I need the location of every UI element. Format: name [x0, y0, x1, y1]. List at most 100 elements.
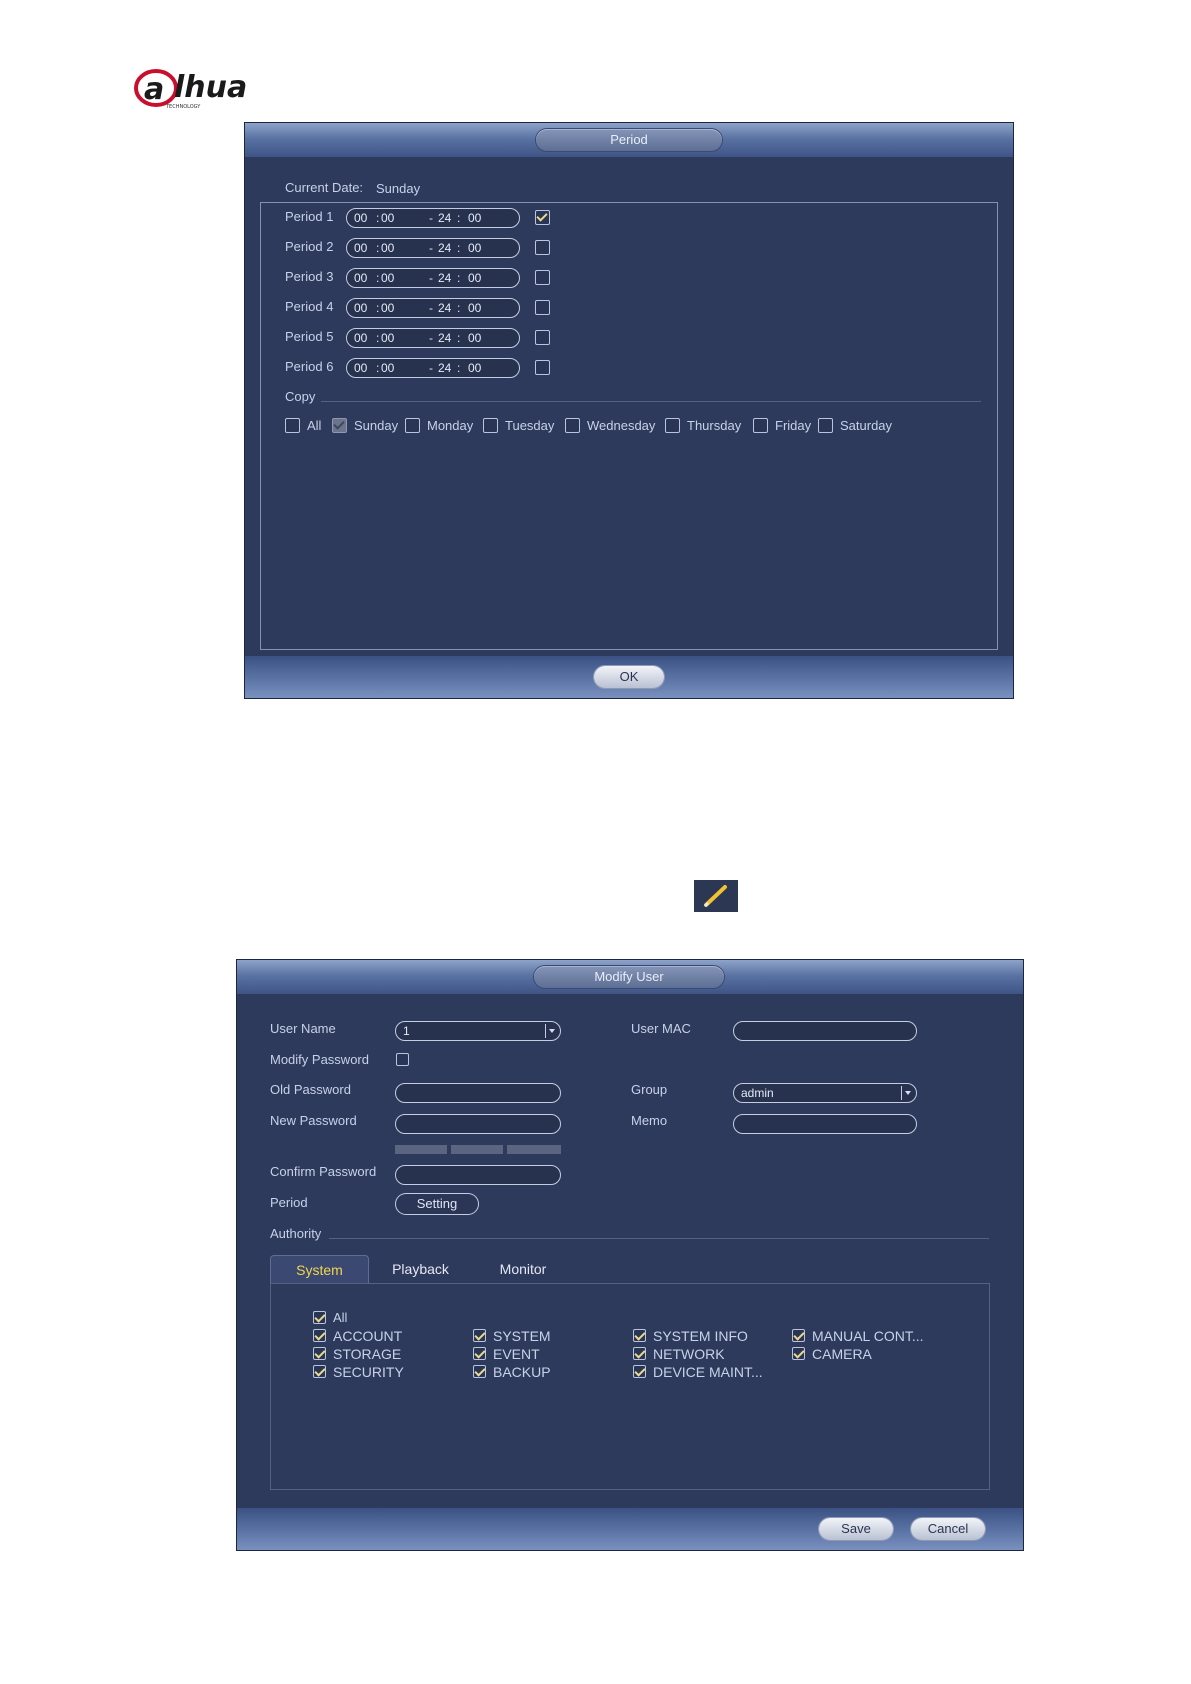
period-enable-checkbox[interactable] [535, 240, 550, 255]
period-time-range[interactable]: 00:00-24:00 [346, 328, 520, 348]
copy-day-label: Sunday [354, 418, 399, 433]
period-time-range[interactable]: 00:00-24:00 [346, 358, 520, 378]
modify-user-title-bar[interactable]: Modify User [237, 960, 1023, 994]
copy-day-label: Wednesday [587, 418, 656, 433]
time-colon: : [376, 211, 380, 225]
end-hour[interactable]: 24 [438, 299, 451, 317]
modify-user-dialog: Modify User User Name 1 Modify Password … [237, 960, 1023, 1550]
end-hour[interactable]: 24 [438, 359, 451, 377]
end-hour[interactable]: 24 [438, 239, 451, 257]
group-dropdown[interactable]: admin [733, 1083, 917, 1103]
end-minute[interactable]: 00 [468, 239, 481, 257]
start-hour[interactable]: 00 [354, 359, 367, 377]
modify-user-title: Modify User [534, 966, 724, 988]
cancel-button[interactable]: Cancel [911, 1518, 985, 1540]
period-label: Period 6 [285, 359, 334, 374]
end-hour[interactable]: 24 [438, 209, 451, 227]
copy-day-checkbox[interactable] [753, 418, 768, 433]
permission-checkbox[interactable] [313, 1329, 326, 1342]
permission-label: ACCOUNT [333, 1328, 403, 1344]
setting-button[interactable]: Setting [396, 1194, 478, 1214]
start-minute[interactable]: 00 [381, 239, 394, 257]
end-minute[interactable]: 00 [468, 359, 481, 377]
pencil-icon[interactable] [694, 880, 738, 912]
dahua-logo: a lhua TECHNOLOGY [134, 66, 274, 112]
end-hour[interactable]: 24 [438, 329, 451, 347]
copy-day-checkbox[interactable] [665, 418, 680, 433]
time-colon: : [457, 361, 461, 375]
end-hour[interactable]: 24 [438, 269, 451, 287]
period-enable-checkbox[interactable] [535, 270, 550, 285]
permission-checkbox[interactable] [633, 1329, 646, 1342]
start-hour[interactable]: 00 [354, 209, 367, 227]
svg-text:lhua: lhua [174, 70, 247, 105]
user-name-value: 1 [403, 1024, 410, 1038]
permission-checkbox[interactable] [792, 1329, 805, 1342]
tab-system[interactable]: System [270, 1255, 369, 1284]
time-dash: - [429, 271, 433, 285]
current-date-value: Sunday [376, 181, 421, 196]
permission-label: STORAGE [333, 1346, 402, 1362]
end-minute[interactable]: 00 [468, 299, 481, 317]
permission-checkbox[interactable] [633, 1365, 646, 1378]
permission-checkbox[interactable] [473, 1329, 486, 1342]
old-password-input[interactable] [395, 1083, 561, 1103]
permission-checkbox[interactable] [313, 1347, 326, 1360]
period-time-range[interactable]: 00:00-24:00 [346, 268, 520, 288]
copy-day-checkbox[interactable] [565, 418, 580, 433]
end-minute[interactable]: 00 [468, 209, 481, 227]
modify-password-checkbox[interactable] [396, 1053, 409, 1066]
end-minute[interactable]: 00 [468, 269, 481, 287]
permission-label: NETWORK [653, 1346, 725, 1362]
permission-label: SYSTEM INFO [653, 1328, 748, 1344]
start-minute[interactable]: 00 [381, 329, 394, 347]
permission-checkbox[interactable] [313, 1365, 326, 1378]
copy-day-checkbox[interactable] [285, 418, 300, 433]
permission-checkbox[interactable] [633, 1347, 646, 1360]
end-minute[interactable]: 00 [468, 329, 481, 347]
start-hour[interactable]: 00 [354, 329, 367, 347]
tab-playback[interactable]: Playback [373, 1255, 468, 1283]
period-time-range[interactable]: 00:00-24:00 [346, 298, 520, 318]
copy-day-checkbox[interactable] [332, 418, 347, 433]
start-hour[interactable]: 00 [354, 299, 367, 317]
permission-checkbox[interactable] [473, 1347, 486, 1360]
all-permissions-checkbox[interactable] [313, 1311, 326, 1324]
user-name-dropdown[interactable]: 1 [395, 1021, 561, 1041]
tab-monitor[interactable]: Monitor [477, 1255, 569, 1283]
user-mac-input[interactable] [733, 1021, 917, 1041]
period-footer: OK [245, 656, 1013, 698]
time-dash: - [429, 211, 433, 225]
start-hour[interactable]: 00 [354, 269, 367, 287]
period-time-range[interactable]: 00:00-24:00 [346, 208, 520, 228]
start-minute[interactable]: 00 [381, 299, 394, 317]
period-enable-checkbox[interactable] [535, 210, 550, 225]
dropdown-arrow-icon [901, 1086, 914, 1100]
permission-checkbox[interactable] [792, 1347, 805, 1360]
save-button[interactable]: Save [819, 1518, 893, 1540]
memo-input[interactable] [733, 1114, 917, 1134]
period-time-range[interactable]: 00:00-24:00 [346, 238, 520, 258]
start-minute[interactable]: 00 [381, 269, 394, 287]
ok-button[interactable]: OK [594, 666, 664, 688]
period-enable-checkbox[interactable] [535, 360, 550, 375]
confirm-password-input[interactable] [395, 1165, 561, 1185]
period-enable-checkbox[interactable] [535, 330, 550, 345]
copy-day-checkbox[interactable] [483, 418, 498, 433]
time-colon: : [457, 271, 461, 285]
period-enable-checkbox[interactable] [535, 300, 550, 315]
start-hour[interactable]: 00 [354, 239, 367, 257]
copy-day-checkbox[interactable] [405, 418, 420, 433]
start-minute[interactable]: 00 [381, 209, 394, 227]
permission-checkbox[interactable] [473, 1365, 486, 1378]
period-title-bar[interactable]: Period [245, 123, 1013, 157]
copy-day-checkbox[interactable] [818, 418, 833, 433]
new-password-input[interactable] [395, 1114, 561, 1134]
start-minute[interactable]: 00 [381, 359, 394, 377]
copy-separator [321, 401, 981, 402]
time-colon: : [376, 301, 380, 315]
group-value: admin [741, 1086, 774, 1100]
period-label: Period 5 [285, 329, 334, 344]
time-colon: : [376, 271, 380, 285]
current-date-label: Current Date: [285, 180, 364, 195]
